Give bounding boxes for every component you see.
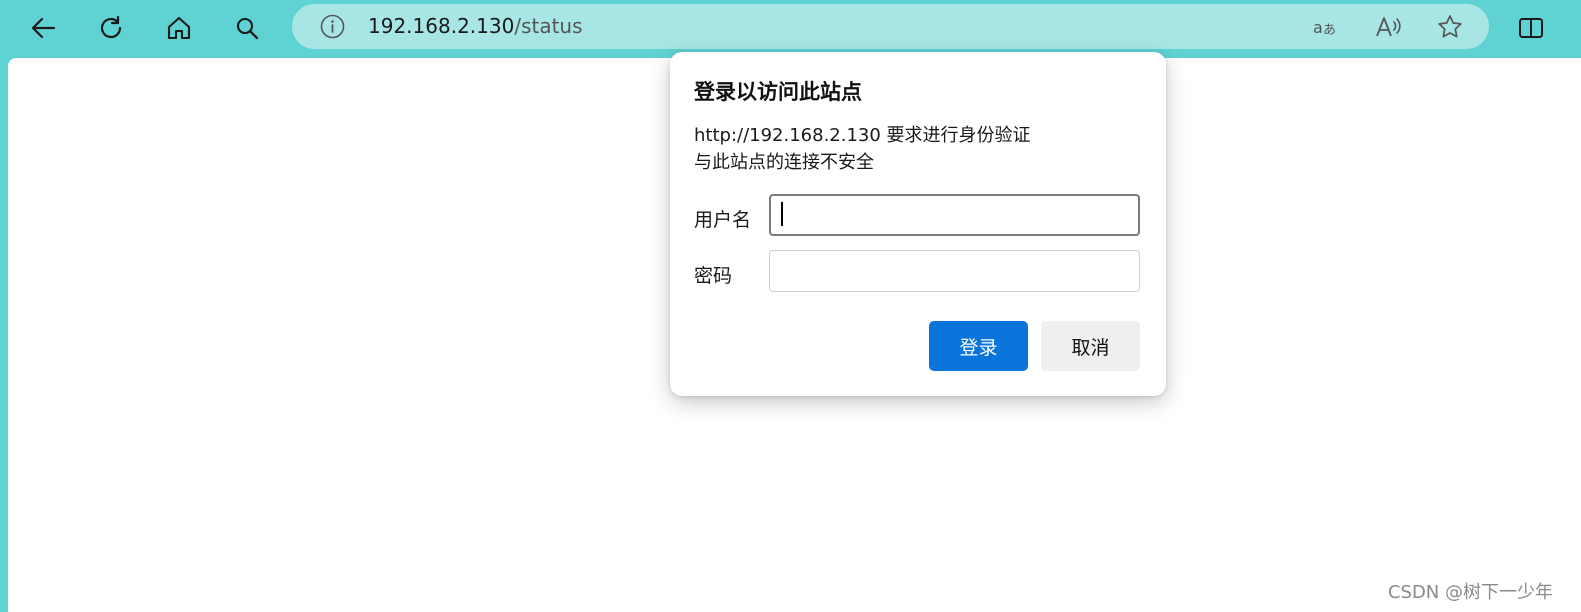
insecure-connection-text: 与此站点的连接不安全: [694, 152, 874, 173]
browser-toolbar: 192.168.2.130/status a あ: [0, 0, 1581, 56]
cancel-button[interactable]: 取消: [1041, 321, 1140, 371]
url-text[interactable]: 192.168.2.130/status: [368, 4, 583, 49]
refresh-icon: [100, 15, 122, 39]
refresh-button[interactable]: [91, 8, 131, 48]
translate-button[interactable]: a あ: [1312, 13, 1340, 41]
text-caret: [781, 202, 783, 226]
login-dialog: 登录以访问此站点 http://192.168.2.130 要求进行身份验证 与…: [670, 52, 1166, 396]
url-path: /status: [514, 14, 583, 38]
info-icon[interactable]: [320, 14, 345, 39]
username-label: 用户名: [694, 209, 752, 231]
search-icon: [236, 17, 259, 40]
translate-icon: a あ: [1313, 18, 1336, 38]
favorite-star-icon: [1438, 15, 1462, 38]
dialog-title: 登录以访问此站点: [694, 80, 862, 104]
address-bar[interactable]: 192.168.2.130/status a あ: [292, 4, 1489, 49]
search-button[interactable]: [227, 8, 267, 48]
back-arrow-icon: [31, 17, 56, 39]
back-button[interactable]: [23, 8, 63, 48]
home-button[interactable]: [159, 8, 199, 48]
svg-text:あ: あ: [1323, 23, 1336, 38]
home-icon: [167, 16, 191, 40]
read-aloud-icon: [1376, 17, 1401, 37]
favorite-button[interactable]: [1436, 13, 1464, 41]
auth-request-text: http://192.168.2.130 要求进行身份验证: [694, 125, 1031, 146]
split-screen-icon: [1519, 18, 1543, 38]
svg-text:a: a: [1313, 18, 1323, 37]
url-host: 192.168.2.130: [368, 14, 515, 38]
read-aloud-button[interactable]: [1374, 13, 1402, 41]
password-label: 密码: [694, 265, 733, 287]
login-button[interactable]: 登录: [929, 321, 1028, 371]
split-screen-button[interactable]: [1511, 8, 1551, 48]
watermark: CSDN @树下一少年: [1387, 582, 1553, 603]
username-input[interactable]: [769, 194, 1140, 236]
password-input[interactable]: [769, 250, 1140, 292]
